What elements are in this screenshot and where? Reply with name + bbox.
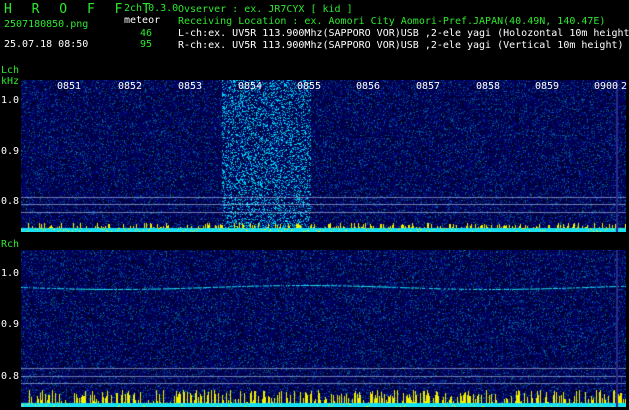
rch-label: Rch (1, 239, 20, 250)
rch-ytick-1-0: 1.0 (1, 268, 20, 279)
lch-ytick-0-8: 0.8 (1, 196, 20, 207)
time-tick-0854: 0854 (238, 81, 263, 92)
observer-line: Ovserver : ex. JR7CYX [ kid ] (178, 4, 353, 15)
time-tick-0855: 0855 (297, 81, 322, 92)
time-tick-0851: 0851 (57, 81, 82, 92)
lch-config-line: L-ch:ex. UV5R 113.900Mhz(SAPPORO VOR)USB… (178, 28, 629, 39)
time-tick-0856: 0856 (356, 81, 381, 92)
time-tick-0859: 0859 (535, 81, 560, 92)
lch-spectrogram (21, 80, 626, 232)
meteor-count-rch: 95 (140, 39, 153, 50)
meteor-label: meteor (124, 15, 161, 26)
khz-unit-label: kHz (1, 76, 20, 87)
time-tick-edge: 2 (621, 81, 628, 92)
rch-ytick-0-8: 0.8 (1, 371, 20, 382)
rch-ytick-0-9: 0.9 (1, 319, 20, 330)
lch-label: Lch (1, 65, 20, 76)
time-tick-0900: 0900 (594, 81, 619, 92)
hrofft-window: H R O F F T 2ch 0.3.0 2507180850.png 25.… (0, 0, 629, 410)
time-tick-0858: 0858 (476, 81, 501, 92)
lch-ytick-0-9: 0.9 (1, 146, 20, 157)
time-tick-0853: 0853 (178, 81, 203, 92)
datetime-label: 25.07.18 08:50 (4, 39, 89, 50)
rch-spectrogram (21, 250, 626, 407)
time-tick-0857: 0857 (416, 81, 441, 92)
time-tick-0852: 0852 (118, 81, 143, 92)
filename-label: 2507180850.png (4, 19, 89, 30)
location-line: Receiving Location : ex. Aomori City Aom… (178, 16, 606, 27)
lch-ytick-1-0: 1.0 (1, 95, 20, 106)
mode-label: 2ch 0.3.0 (124, 3, 179, 14)
rch-config-line: R-ch:ex. UV5R 113.900Mhz(SAPPORO VOR)USB… (178, 40, 624, 51)
meteor-count-lch: 46 (140, 28, 153, 39)
